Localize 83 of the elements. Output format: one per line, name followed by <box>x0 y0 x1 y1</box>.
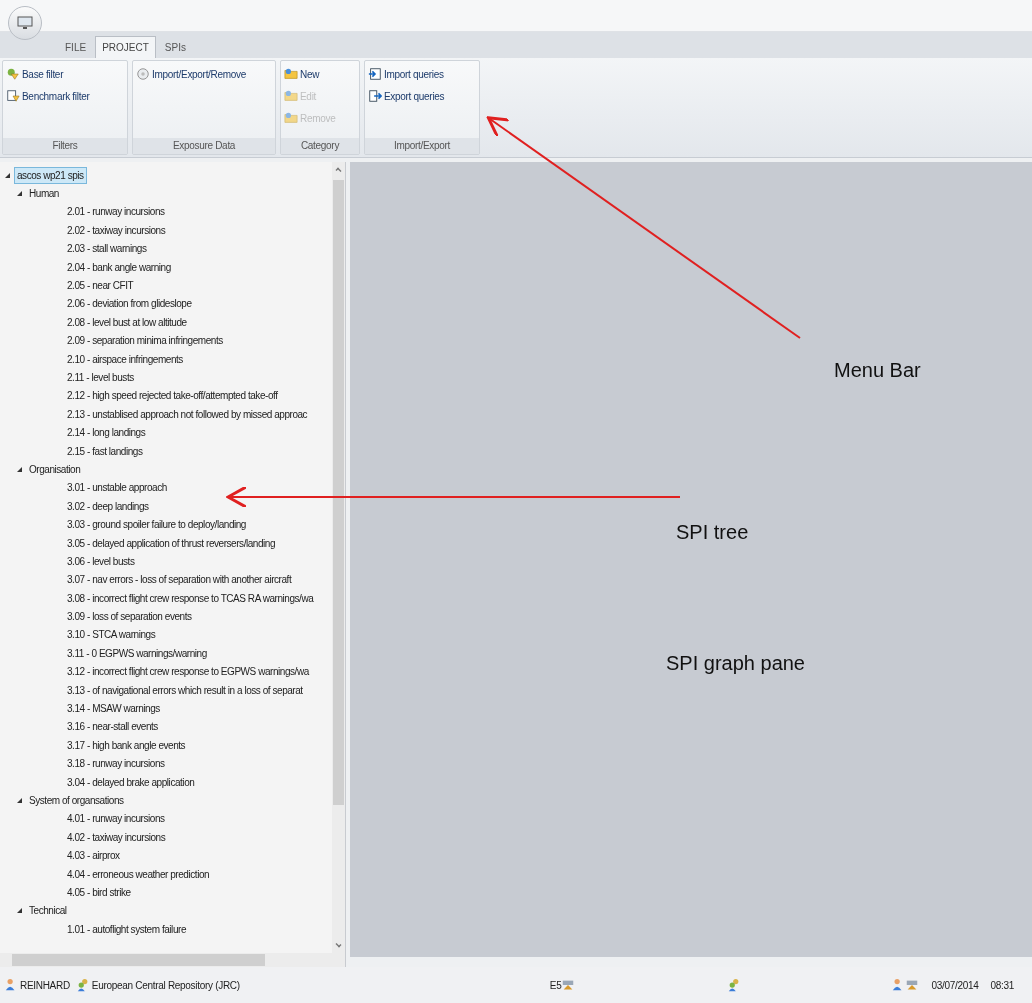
group-label: Exposure Data <box>133 138 275 154</box>
status-time: 08:31 <box>990 978 1014 993</box>
tree-item[interactable]: 3.17 - high bank angle events <box>64 736 189 754</box>
tree-item[interactable]: 4.05 - bird strike <box>64 883 134 901</box>
annotation-label: SPI graph pane <box>666 651 805 676</box>
tree-item[interactable]: 3.01 - unstable approach <box>64 479 170 497</box>
tree-item[interactable]: 3.11 - 0 EGPWS warnings/warning <box>64 644 210 662</box>
user-name: REINHARD <box>20 978 70 993</box>
expander-icon[interactable] <box>16 465 23 473</box>
group-label: Category <box>281 138 359 154</box>
tree-item[interactable]: 3.07 - nav errors - loss of separation with another aircraft <box>64 571 295 589</box>
tree-item[interactable]: 2.11 - level busts <box>64 369 137 386</box>
status-date: 03/07/2014 <box>931 978 979 993</box>
ribbon-tab[interactable]: PROJECT <box>95 36 156 58</box>
group-label: Filters <box>3 138 127 154</box>
tree-item[interactable]: 2.10 - airspace infringements <box>64 350 186 368</box>
tree-folder[interactable]: Technical <box>26 902 70 920</box>
tree-item[interactable]: 4.03 - airprox <box>64 847 123 865</box>
tree-item[interactable]: 4.01 - runway incursions <box>64 810 168 828</box>
application-button[interactable] <box>8 6 42 40</box>
tree-item[interactable]: 3.08 - incorrect flight crew response to TCAS RA warnings/wa <box>64 589 317 607</box>
tree-item[interactable]: 2.04 - bank angle warning <box>64 258 174 276</box>
ribbon-tab[interactable]: FILE <box>58 36 94 58</box>
ribbon-button[interactable]: Import/Export/Remove <box>136 64 275 84</box>
vertical-scrollbar[interactable] <box>332 162 345 953</box>
tree-item[interactable]: 3.18 - runway incursions <box>64 755 168 773</box>
tree-item[interactable]: 2.03 - stall warnings <box>64 240 150 258</box>
tree-item[interactable]: 2.06 - deviation from glideslope <box>64 295 195 313</box>
tree-item[interactable]: 3.16 - near-stall events <box>64 718 161 736</box>
tree-item[interactable]: 2.02 - taxiway incursions <box>64 221 169 239</box>
tree-item[interactable]: 2.09 - separation minima infringements <box>64 332 226 350</box>
server-icon <box>561 978 576 992</box>
users-icon <box>75 978 90 992</box>
annotation-label: Menu Bar <box>834 358 921 383</box>
disc-icon <box>136 67 150 81</box>
tree-folder[interactable]: Organisation <box>26 460 84 478</box>
ribbon-button[interactable]: New <box>284 64 359 84</box>
ribbon-button[interactable]: Export queries <box>368 86 479 106</box>
expander-icon[interactable] <box>4 171 11 179</box>
horizontal-scrollbar[interactable] <box>0 953 345 967</box>
document-funnel-icon <box>6 89 20 103</box>
tree-item[interactable]: 2.12 - high speed rejected take-off/attempted take-off <box>64 387 281 405</box>
funnel-icon <box>6 67 20 81</box>
tree-item[interactable]: 2.01 - runway incursions <box>64 203 168 221</box>
tree-item[interactable]: 2.05 - near CFIT <box>64 277 137 295</box>
tree-item[interactable]: 4.04 - erroneous weather prediction <box>64 865 213 883</box>
export-icon <box>368 89 382 103</box>
tree-item[interactable]: 3.05 - delayed application of thrust reversers/landing <box>64 534 279 552</box>
tree-item[interactable]: 4.02 - taxiway incursions <box>64 828 169 846</box>
group-label: Import/Export <box>365 138 479 154</box>
tree-item[interactable]: 3.04 - delayed brake application <box>64 773 198 791</box>
tree-item[interactable]: 3.09 - loss of separation events <box>64 608 195 626</box>
tree-item[interactable]: 3.06 - level busts <box>64 552 138 570</box>
tree-folder[interactable]: Human <box>26 185 62 203</box>
status-code: E5 <box>549 978 562 993</box>
annotation-label: SPI tree <box>676 520 749 545</box>
tree-folder[interactable]: ascos wp21 spis <box>14 166 87 184</box>
server-icon <box>905 978 920 992</box>
folder-icon <box>284 111 298 125</box>
tree-item[interactable]: 3.14 - MSAW warnings <box>64 700 163 717</box>
tree-item[interactable]: 3.12 - incorrect flight crew response to EGPWS warnings/wa <box>64 663 312 681</box>
tree-item[interactable]: 2.13 - unstablised approach not followed by missed approac <box>64 405 311 423</box>
folder-icon <box>284 67 298 81</box>
folder-icon <box>284 89 298 103</box>
ribbon-button[interactable]: Base filter <box>6 64 127 84</box>
tree-item[interactable]: 2.14 - long landings <box>64 424 149 442</box>
tree-item[interactable]: 2.15 - fast landings <box>64 442 146 460</box>
expander-icon[interactable] <box>16 907 23 915</box>
tree-item[interactable]: 3.03 - ground spoiler failure to deploy/landing <box>64 516 249 534</box>
tree-item[interactable]: 2.08 - level bust at low altitude <box>64 313 190 331</box>
ribbon-button[interactable]: Import queries <box>368 64 479 84</box>
tree-folder[interactable]: System of organsations <box>26 791 127 809</box>
ribbon-button[interactable]: Benchmark filter <box>6 86 127 106</box>
repository-name: European Central Repository (JRC) <box>91 978 240 993</box>
tree-item[interactable]: 3.10 - STCA warnings <box>64 626 159 644</box>
tree-item[interactable]: 1.01 - autoflight system failure <box>64 920 189 938</box>
monitor-icon <box>17 16 33 30</box>
import-icon <box>368 67 382 81</box>
ribbon-tab[interactable]: SPIs <box>157 36 193 58</box>
expander-icon[interactable] <box>16 796 23 804</box>
tree-item[interactable]: 3.02 - deep landings <box>64 497 152 515</box>
expander-icon[interactable] <box>16 190 23 198</box>
tree-item[interactable]: 3.13 - of navigational errors which result in a loss of separat <box>64 681 306 699</box>
